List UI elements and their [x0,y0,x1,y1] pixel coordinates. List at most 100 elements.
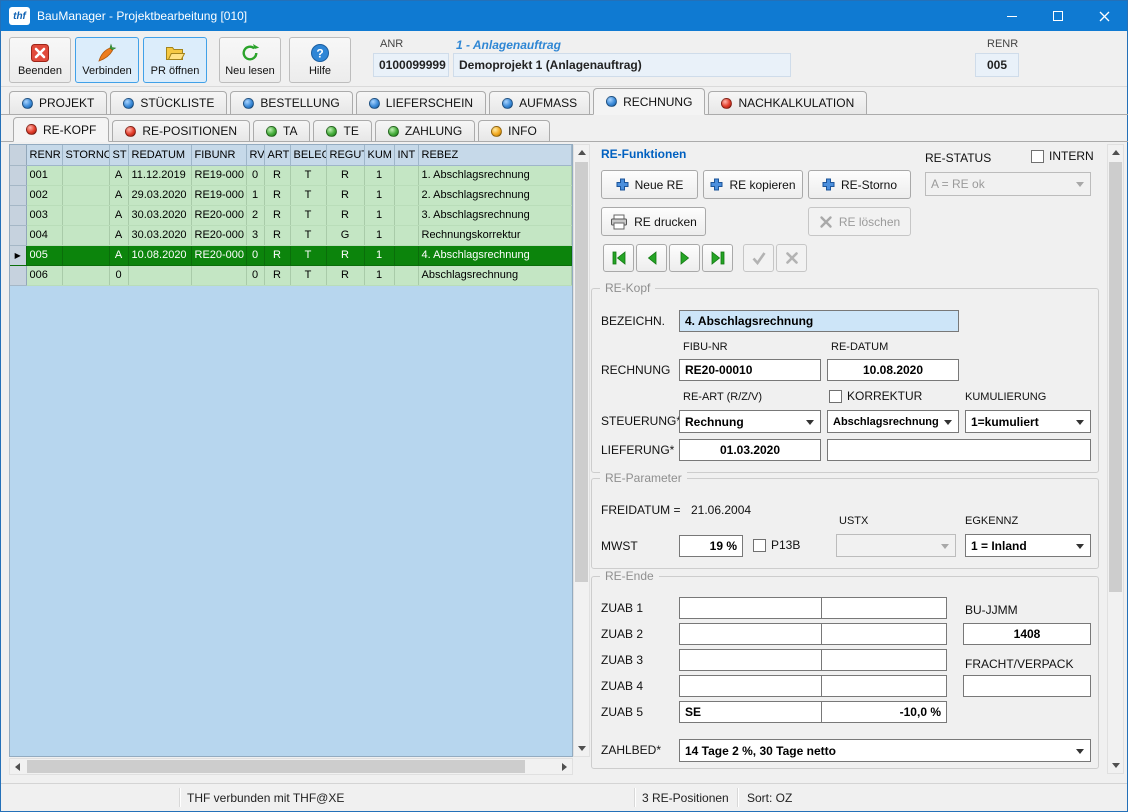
zuab5-field-1[interactable]: SE [679,701,822,723]
column-header-kum[interactable]: KUM [364,145,395,166]
hilfe-button[interactable]: ? Hilfe [289,37,351,83]
table-row-1[interactable]: 001 A 11.12.2019 RE19-000 0 R T R 1 1. Abschlagsr… [10,165,572,186]
tab-bestellung[interactable]: BESTELLUNG [230,91,353,114]
lieferung-field-2[interactable] [827,439,1091,461]
table-cell[interactable]: 29.03.2020 [128,185,192,206]
table-cell[interactable] [394,165,419,186]
korrektur-checkbox-box[interactable] [829,389,842,403]
table-cell[interactable]: Rechnungskorrektur [418,225,572,246]
next-record-button[interactable] [669,244,700,272]
table-hscrollbar[interactable] [9,758,573,775]
table-cell[interactable]: A [109,225,129,246]
re-datum-field[interactable]: 10.08.2020 [827,359,959,381]
table-cell[interactable] [62,185,110,206]
table-cell[interactable]: 4. Abschlagsrechnung [418,245,572,266]
fibu-nr-field[interactable]: RE20-00010 [679,359,821,381]
table-cell[interactable]: RE19-000 [191,165,247,186]
row-selector[interactable] [10,225,27,246]
beenden-button[interactable]: Beenden [9,37,71,83]
table-cell[interactable]: R [264,205,291,226]
table-cell[interactable]: 1 [364,185,395,206]
scroll-down-button[interactable] [574,741,589,756]
table-cell[interactable]: R [326,185,365,206]
table-cell[interactable] [394,225,419,246]
scroll-down-button[interactable] [1108,758,1123,773]
table-cell[interactable]: R [264,265,291,286]
previous-record-button[interactable] [636,244,667,272]
column-header-storno[interactable]: STORNO [62,145,110,166]
kumulierung-combobox[interactable]: 1=kumuliert [965,410,1091,433]
table-cell[interactable]: 0 [246,265,265,286]
panel-vscrollbar[interactable] [1107,144,1124,774]
zuab5-field-2[interactable]: -10,0 % [821,701,947,723]
tab-te[interactable]: TE [313,120,372,141]
table-cell[interactable]: Abschlagsrechnung [418,265,572,286]
table-hscroll-thumb[interactable] [27,760,525,773]
table-cell[interactable]: R [264,165,291,186]
table-cell[interactable]: 1 [364,165,395,186]
column-header-int[interactable]: INT [394,145,419,166]
table-cell[interactable] [191,265,247,286]
table-vscrollbar[interactable] [573,144,590,757]
table-cell[interactable] [62,165,110,186]
korrektur-checkbox[interactable]: KORREKTUR [829,389,922,403]
table-cell[interactable]: 1. Abschlagsrechnung [418,165,572,186]
table-cell[interactable]: 1 [246,185,265,206]
table-cell[interactable] [394,245,419,266]
table-cell[interactable]: 10.08.2020 [128,245,192,266]
table-cell[interactable]: RE20-000 [191,225,247,246]
table-cell[interactable]: 3. Abschlagsrechnung [418,205,572,226]
re-art-combobox[interactable]: Abschlagsrechnung [827,410,959,433]
scroll-left-button[interactable] [10,759,25,774]
table-cell[interactable]: RE20-000 [191,245,247,266]
table-row-6[interactable]: 006 0 0 R T R 1 Abschlagsrechnung [10,265,572,286]
column-header-art[interactable]: ART [264,145,291,166]
egkennz-combobox[interactable]: 1 = Inland [965,534,1091,557]
table-row-4[interactable]: 004 A 30.03.2020 RE20-000 3 R T G 1 Rechnungskorr… [10,225,572,246]
table-cell[interactable]: 30.03.2020 [128,205,192,226]
table-cell[interactable]: A [109,185,129,206]
table-cell[interactable]: 005 [26,245,63,266]
table-cell[interactable]: 1 [364,245,395,266]
table-cell[interactable]: 0 [109,265,129,286]
last-record-button[interactable] [702,244,733,272]
tab-zahlung[interactable]: ZAHLUNG [374,120,476,141]
table-cell[interactable]: T [290,265,327,286]
table-cell[interactable]: 1 [364,225,395,246]
table-cell[interactable]: T [290,245,327,266]
ustx-combobox[interactable] [836,534,956,557]
table-cell[interactable] [62,205,110,226]
table-cell[interactable]: A [109,165,129,186]
table-cell[interactable]: 0 [246,245,265,266]
table-cell[interactable]: 0 [246,165,265,186]
p13b-checkbox[interactable]: P13B [753,538,800,552]
table-cell[interactable]: RE20-000 [191,205,247,226]
table-cell[interactable]: 1 [364,265,395,286]
column-header-rv[interactable]: RV [246,145,265,166]
scroll-up-button[interactable] [1108,145,1123,160]
tab-aufmass[interactable]: AUFMASS [489,91,591,114]
row-selector[interactable] [10,265,27,286]
table-cell[interactable]: 11.12.2019 [128,165,192,186]
table-row-3[interactable]: 003 A 30.03.2020 RE20-000 2 R T R 1 3. Abschlagsr… [10,205,572,226]
table-cell[interactable]: 2. Abschlagsrechnung [418,185,572,206]
table-cell[interactable]: 003 [26,205,63,226]
row-selector[interactable] [10,185,27,206]
mwst-field[interactable]: 19 % [679,535,743,557]
table-cell[interactable]: 30.03.2020 [128,225,192,246]
table-vscroll-thumb[interactable] [575,162,588,582]
table-row-5[interactable]: ▶ 005 A 10.08.2020 RE20-000 0 R T R 1 4. Abschlags… [10,245,572,266]
tab-projekt[interactable]: PROJEKT [9,91,108,114]
panel-vscroll-thumb[interactable] [1109,162,1122,592]
zuab1-field-1[interactable] [679,597,822,619]
table-cell[interactable]: 001 [26,165,63,186]
table-cell[interactable]: 3 [246,225,265,246]
zuab2-field-2[interactable] [821,623,947,645]
column-header-rebez[interactable]: REBEZ [418,145,572,166]
table-cell[interactable]: R [264,225,291,246]
table-cell[interactable] [128,265,192,286]
bu-jjmm-field[interactable]: 1408 [963,623,1091,645]
table-row-2[interactable]: 002 A 29.03.2020 RE19-000 1 R T R 1 2. Abschlagsr… [10,185,572,206]
intern-checkbox-box[interactable] [1031,149,1044,163]
zuab3-field-2[interactable] [821,649,947,671]
